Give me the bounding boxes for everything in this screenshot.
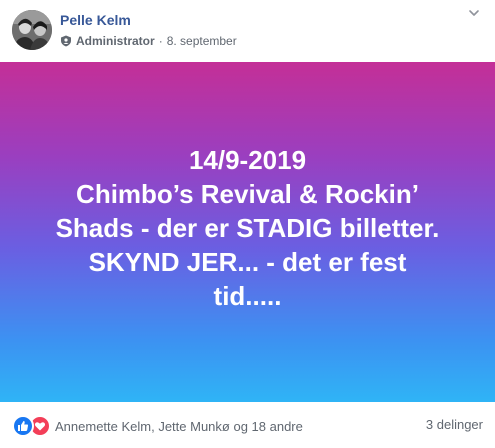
author-avatar[interactable] bbox=[12, 10, 52, 50]
reaction-names: Annemette Kelm, Jette Munkø og 18 andre bbox=[55, 418, 303, 434]
reactions-summary[interactable]: Annemette Kelm, Jette Munkø og 18 andre bbox=[12, 415, 303, 437]
post-text-line: tid..... bbox=[213, 281, 282, 311]
post-meta: Administrator · 8. september bbox=[60, 33, 237, 49]
post-text-line: Shads - der er STADIG billetter. bbox=[55, 213, 440, 243]
post-footer: Annemette Kelm, Jette Munkø og 18 andre … bbox=[0, 402, 495, 448]
post-text-line: SKYND JER... - det er fest bbox=[88, 247, 407, 277]
meta-separator: · bbox=[158, 34, 163, 48]
shares-count[interactable]: 3 delinger bbox=[426, 417, 483, 432]
role-label: Administrator bbox=[76, 34, 155, 48]
post-text-line: 14/9-2019 bbox=[188, 145, 307, 175]
post-header: Pelle Kelm Administrator · 8. september bbox=[0, 0, 495, 62]
post-text: 14/9-2019 Chimbo’s Revival & Rockin’ Sha… bbox=[13, 143, 483, 313]
post-date[interactable]: 8. september bbox=[167, 34, 237, 48]
post-text-line: Chimbo’s Revival & Rockin’ bbox=[76, 179, 419, 209]
author-name[interactable]: Pelle Kelm bbox=[60, 12, 131, 28]
chevron-down-icon[interactable] bbox=[467, 6, 481, 20]
profile-photo-icon bbox=[12, 10, 52, 50]
facebook-post: Pelle Kelm Administrator · 8. september … bbox=[0, 0, 495, 448]
like-icon bbox=[12, 415, 34, 437]
post-background-banner: 14/9-2019 Chimbo’s Revival & Rockin’ Sha… bbox=[0, 62, 495, 402]
admin-shield-icon bbox=[61, 35, 71, 47]
